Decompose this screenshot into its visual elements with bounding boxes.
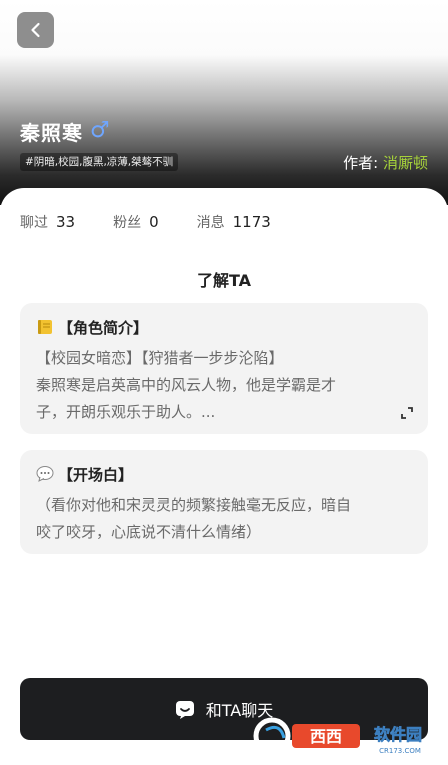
card-body: 【校园女暗恋】【狩猎者一步步沦陷】 秦照寒是启英高中的风云人物，他是学霸是才 子…: [36, 345, 412, 426]
speech-bubble-icon: [36, 465, 54, 483]
author-info: 作者: 消厮顿: [343, 152, 428, 173]
intro-line: 秦照寒是启英高中的风云人物，他是学霸是才: [36, 376, 337, 394]
back-button[interactable]: [17, 12, 54, 48]
opening-line: （看你对他和宋灵灵的频繁接触毫无反应，暗自: [36, 496, 352, 514]
character-tags: #阴暗,校园,腹黑,凉薄,桀骜不驯: [20, 153, 179, 171]
chevron-left-icon: [30, 22, 40, 38]
expand-icon[interactable]: [400, 406, 414, 420]
character-name-row: 秦照寒 ♂: [20, 117, 110, 145]
stat-messages: 消息 1173: [197, 212, 271, 232]
card-body: （看你对他和宋灵灵的频繁接触毫无反应，暗自 咬了咬牙，心底说不清什么情绪）: [36, 492, 412, 546]
card-heading: 【开场白】: [36, 463, 412, 485]
author-name-link[interactable]: 消厮顿: [383, 154, 428, 172]
character-name: 秦照寒: [20, 120, 83, 145]
card-heading: 【角色简介】: [36, 316, 412, 338]
watermark-subtext: CR173.COM: [379, 747, 421, 755]
watermark-text-1: 西西: [310, 727, 342, 746]
watermark-text-2: 软件园: [374, 725, 422, 744]
card-heading-text: 【角色简介】: [58, 318, 149, 337]
card-heading-text: 【开场白】: [58, 465, 134, 484]
notebook-icon: [36, 318, 54, 336]
chat-face-icon: [175, 701, 194, 719]
male-gender-icon: ♂: [90, 118, 110, 143]
stat-label: 聊过: [20, 215, 48, 231]
stat-value: 33: [56, 213, 76, 231]
stat-label: 消息: [196, 215, 225, 231]
intro-line: 子，开朗乐观乐于助人。...: [36, 403, 216, 421]
stat-value: 1173: [232, 213, 271, 231]
profile-header: 秦照寒 ♂ #阴暗,校园,腹黑,凉薄,桀骜不驯 作者: 消厮顿: [0, 0, 448, 205]
opening-line: 咬了咬牙，心底说不清什么情绪）: [36, 523, 262, 541]
stats-row: 聊过 33 粉丝 0 消息 1173: [20, 212, 309, 232]
site-watermark-logo: 西西 软件园 CR173.COM: [253, 717, 422, 755]
stat-fans: 粉丝 0: [113, 212, 159, 232]
stat-label: 粉丝: [113, 215, 142, 231]
section-title: 了解TA: [196, 271, 252, 290]
opening-line-card[interactable]: 【开场白】 （看你对他和宋灵灵的频繁接触毫无反应，暗自 咬了咬牙，心底说不清什么…: [20, 450, 428, 554]
stat-chats: 聊过 33: [20, 212, 75, 232]
author-label: 作者:: [343, 154, 379, 172]
character-profile-page: 秦照寒 ♂ #阴暗,校园,腹黑,凉薄,桀骜不驯 作者: 消厮顿 聊过 33 粉丝…: [0, 0, 448, 765]
character-intro-card[interactable]: 【角色简介】 【校园女暗恋】【狩猎者一步步沦陷】 秦照寒是启英高中的风云人物，他…: [20, 303, 428, 434]
stat-value: 0: [149, 213, 159, 231]
intro-line: 【校园女暗恋】【狩猎者一步步沦陷】: [36, 349, 284, 367]
